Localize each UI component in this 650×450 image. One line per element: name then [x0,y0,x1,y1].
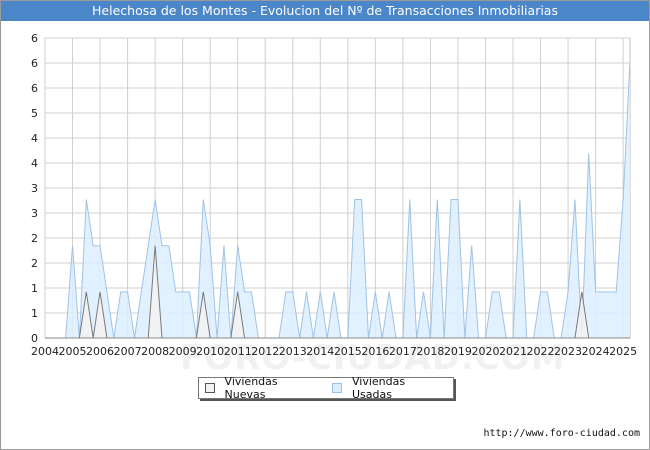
x-tick-label: 2024 [582,345,610,358]
x-tick-label: 2013 [279,345,307,358]
legend-item-nuevas: Viviendas Nuevas [205,375,316,401]
x-tick-label: 2007 [114,345,142,358]
x-tick-label: 2023 [554,345,582,358]
x-tick-label: 2017 [389,345,417,358]
x-tick-label: 2006 [86,345,114,358]
legend-swatch-nuevas [205,383,215,393]
x-tick-label: 2022 [527,345,555,358]
y-tick-label: 4 [31,157,38,170]
x-tick-label: 2021 [499,345,527,358]
x-tick-label: 2019 [444,345,472,358]
y-tick-label: 6 [31,82,38,95]
source-url: http://www.foro-ciudad.com [483,428,640,439]
x-tick-label: 2018 [416,345,444,358]
y-tick-label: 0 [31,332,38,345]
chart-legend: Viviendas Nuevas Viviendas Usadas [198,375,454,401]
x-tick-label: 2010 [196,345,224,358]
x-tick-label: 2020 [471,345,499,358]
legend-label-usadas: Viviendas Usadas [351,375,406,401]
y-tick-label: 6 [31,32,38,45]
y-tick-label: 3 [31,182,38,195]
y-tick-label: 1 [31,307,38,320]
x-tick-label: 2005 [59,345,87,358]
y-tick-label: 1 [31,282,38,295]
x-tick-label: 2009 [169,345,197,358]
x-tick-label: 2008 [141,345,169,358]
x-tick-label: 2011 [224,345,252,358]
x-tick-label: 2014 [306,345,334,358]
y-tick-label: 2 [31,232,38,245]
x-tick-label: 2016 [361,345,389,358]
y-tick-label: 4 [31,132,38,145]
y-tick-label: 5 [31,107,38,120]
x-tick-label: 2012 [251,345,279,358]
y-tick-label: 2 [31,257,38,270]
x-tick-label: 2025 [609,345,637,358]
y-tick-label: 3 [31,207,38,220]
x-tick-label: 2015 [334,345,362,358]
y-tick-label: 6 [31,57,38,70]
legend-swatch-usadas [332,383,342,393]
legend-item-usadas: Viviendas Usadas [332,375,443,401]
legend-label-nuevas: Viviendas Nuevas [224,375,278,401]
x-tick-label: 2004 [31,345,59,358]
